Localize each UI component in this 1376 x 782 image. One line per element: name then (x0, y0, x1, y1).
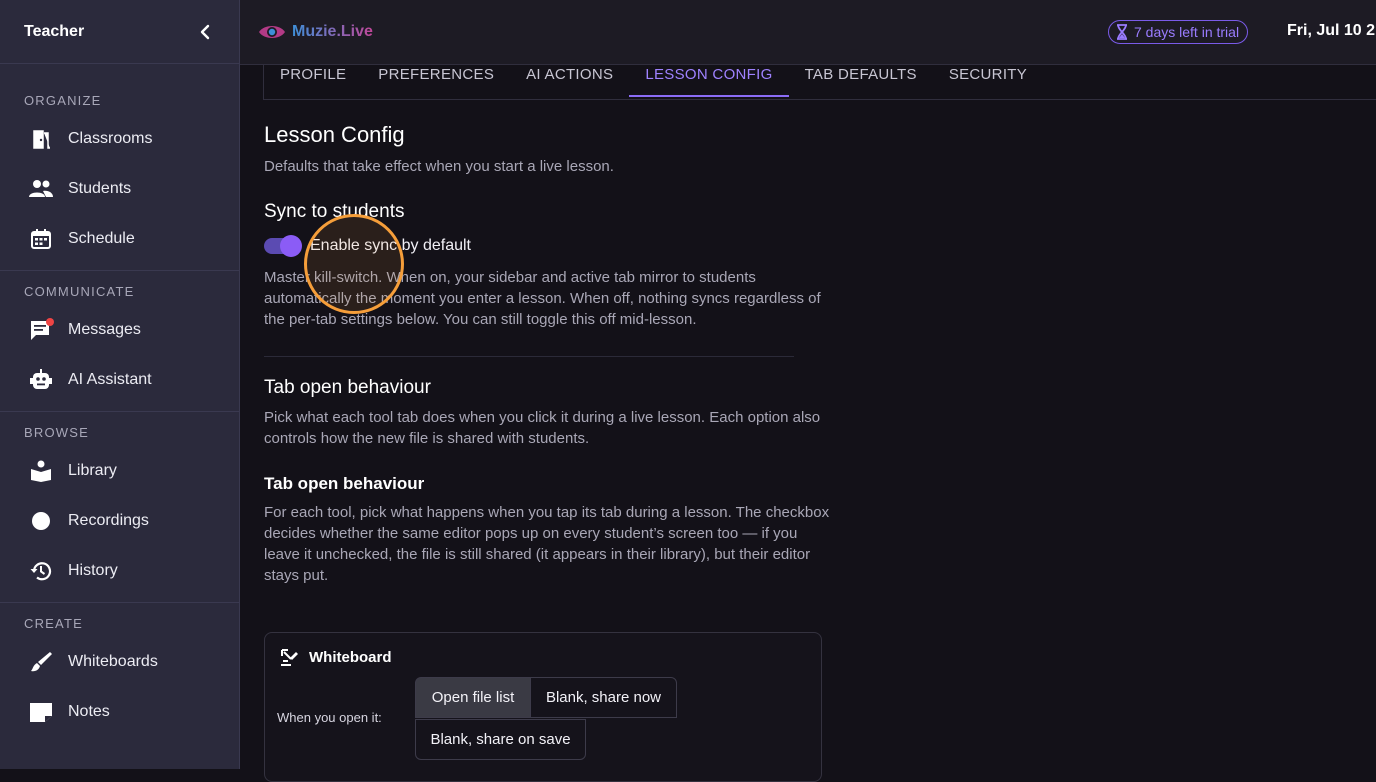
sidebar-item-label: History (68, 562, 118, 579)
tab-open-subdescription: For each tool, pick what happens when yo… (264, 504, 830, 584)
option-blank-share-on-save[interactable]: Blank, share on save (415, 719, 586, 760)
record-icon (28, 508, 54, 534)
lesson-config-panel: Lesson Config Defaults that take effect … (264, 100, 834, 586)
robot-icon (28, 367, 54, 393)
sidebar-item-schedule[interactable]: Schedule (0, 214, 239, 264)
whiteboard-card-header: Whiteboard (279, 647, 392, 667)
toggle-knob (280, 235, 302, 257)
option-blank-share-now[interactable]: Blank, share now (530, 677, 677, 718)
open-behaviour-label: When you open it: (277, 710, 382, 725)
tab-open-subheading: Tab open behaviour (264, 474, 425, 493)
current-date: Fri, Jul 10 2 (1287, 22, 1376, 39)
history-icon (28, 558, 54, 584)
eye-logo-icon (259, 26, 285, 38)
page-subtitle: Defaults that take effect when you start… (264, 158, 614, 175)
door-icon (28, 126, 54, 152)
sidebar-item-label: Whiteboards (68, 653, 158, 670)
sync-toggle[interactable] (264, 235, 302, 257)
collapse-sidebar-button[interactable] (195, 22, 215, 42)
sidebar-header: Teacher (0, 0, 239, 64)
hourglass-icon (1117, 24, 1127, 40)
sidebar-item-history[interactable]: History (0, 546, 239, 596)
sidebar-group-organize: ORGANIZE Classrooms Students Schedule (0, 86, 239, 271)
sidebar-title: Teacher (24, 22, 85, 40)
page-title: Lesson Config (264, 122, 405, 147)
tab-preferences[interactable]: PREFERENCES (362, 64, 510, 97)
sidebar-item-students[interactable]: Students (0, 164, 239, 214)
sidebar-item-recordings[interactable]: Recordings (0, 496, 239, 546)
sidebar-item-label: Schedule (68, 230, 135, 247)
sidebar-section-label: COMMUNICATE (24, 283, 135, 299)
sidebar: Teacher ORGANIZE Classrooms Students Sch… (0, 0, 240, 769)
unread-badge (46, 318, 54, 326)
note-icon (28, 699, 54, 725)
chevron-left-icon (200, 24, 210, 39)
brush-icon (28, 649, 54, 675)
whiteboard-edit-icon (281, 649, 298, 666)
sidebar-item-label: Classrooms (68, 130, 153, 147)
sidebar-item-notes[interactable]: Notes (0, 687, 239, 737)
sidebar-group-communicate: COMMUNICATE Messages AI Assistant (0, 277, 239, 412)
brand-name: Muzie.Live (292, 23, 373, 40)
sidebar-item-classrooms[interactable]: Classrooms (0, 114, 239, 164)
sidebar-item-label: Recordings (68, 512, 149, 529)
sidebar-item-library[interactable]: Library (0, 446, 239, 496)
sidebar-item-label: Library (68, 462, 117, 479)
topbar: Muzie.Live 7 days left in trial Fri, Jul… (240, 0, 1376, 65)
sidebar-item-whiteboards[interactable]: Whiteboards (0, 637, 239, 687)
settings-tabs: PROFILE PREFERENCES AI ACTIONS LESSON CO… (263, 64, 1376, 100)
sidebar-item-messages[interactable]: Messages (0, 305, 239, 355)
sidebar-item-label: AI Assistant (68, 371, 152, 388)
trial-text: 7 days left in trial (1134, 24, 1240, 40)
sidebar-section-label: BROWSE (24, 424, 89, 440)
section-divider (264, 356, 794, 357)
sidebar-section-label: CREATE (24, 615, 83, 631)
trial-badge[interactable]: 7 days left in trial (1108, 20, 1249, 44)
sidebar-item-label: Notes (68, 703, 110, 720)
book-icon (28, 458, 54, 484)
sidebar-item-ai-assistant[interactable]: AI Assistant (0, 355, 239, 405)
tab-profile[interactable]: PROFILE (264, 64, 362, 97)
calendar-icon (28, 226, 54, 252)
sidebar-group-browse: BROWSE Library Recordings History (0, 418, 239, 603)
tab-open-description: Pick what each tool tab does when you cl… (264, 409, 821, 447)
sidebar-group-create: CREATE Whiteboards Notes (0, 609, 239, 737)
tab-security[interactable]: SECURITY (933, 64, 1043, 97)
tab-tab-defaults[interactable]: TAB DEFAULTS (789, 64, 933, 97)
people-icon (28, 176, 54, 202)
cursor-highlight (304, 214, 404, 314)
tab-ai-actions[interactable]: AI ACTIONS (510, 64, 629, 97)
brand-logo[interactable]: Muzie.Live (258, 22, 373, 42)
option-open-file-list[interactable]: Open file list (415, 677, 531, 718)
tab-open-heading: Tab open behaviour (264, 377, 431, 398)
sidebar-item-label: Students (68, 180, 132, 197)
sidebar-item-label: Messages (68, 321, 141, 338)
sidebar-section-label: ORGANIZE (24, 92, 102, 108)
whiteboard-card: Whiteboard When you open it: Open file l… (264, 632, 822, 782)
whiteboard-card-title: Whiteboard (309, 648, 392, 666)
tab-lesson-config[interactable]: LESSON CONFIG (629, 64, 789, 97)
message-icon (28, 317, 54, 343)
